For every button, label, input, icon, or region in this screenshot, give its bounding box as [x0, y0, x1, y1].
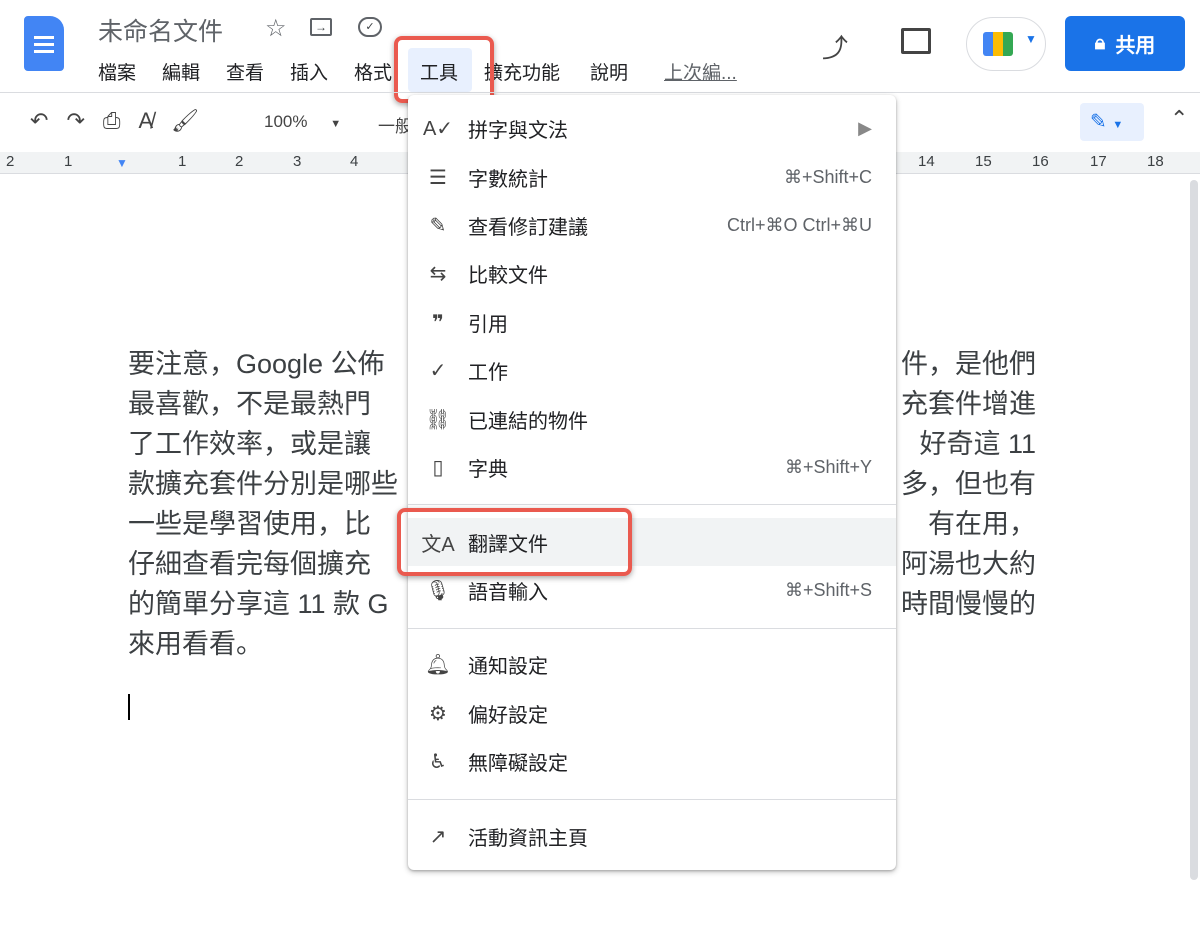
menu-item-preferences[interactable]: ⚙ 偏好設定 — [408, 689, 896, 737]
menu-divider — [408, 628, 896, 629]
menu-help[interactable]: 說明 — [590, 58, 628, 85]
divider — [0, 92, 1200, 93]
menu-extensions[interactable]: 擴充功能 — [484, 58, 560, 85]
collapse-toolbar-icon[interactable]: ⌃ — [1170, 106, 1188, 132]
task-check-icon: ✓ — [429, 359, 447, 382]
star-icon[interactable]: ☆ — [265, 14, 287, 43]
meet-icon — [983, 32, 1013, 56]
word-count-icon: ☰ — [429, 166, 447, 189]
bell-icon: 🔔︎ — [425, 653, 451, 676]
menu-insert[interactable]: 插入 — [290, 58, 328, 85]
undo-icon[interactable]: ↶ — [30, 108, 48, 134]
indent-marker[interactable]: ▼ — [116, 156, 128, 170]
compare-icon: ⇆ — [429, 262, 447, 285]
menu-divider — [408, 799, 896, 800]
menu-item-accessibility[interactable]: ♿︎ 無障礙設定 — [408, 737, 896, 785]
zoom-select[interactable]: 100% ▼ — [264, 112, 341, 132]
menu-divider — [408, 504, 896, 505]
activity-icon: ↗ — [429, 825, 447, 848]
spellcheck-icon: A✓ — [422, 117, 454, 140]
menu-item-compare[interactable]: ⇆ 比較文件 — [408, 249, 896, 297]
document-title[interactable]: 未命名文件 — [98, 12, 223, 48]
menu-item-citations[interactable]: ❞ 引用 — [408, 298, 896, 346]
menu-item-tasks[interactable]: ✓ 工作 — [408, 346, 896, 394]
spellcheck-icon[interactable]: A̸ — [138, 108, 153, 134]
style-select[interactable]: 一般 — [378, 112, 412, 137]
docs-logo[interactable] — [24, 16, 64, 71]
quote-icon: ❞ — [432, 311, 444, 334]
dictionary-icon: ▯ — [432, 456, 444, 479]
menu-item-spelling[interactable]: A✓ 拼字與文法 ▶ — [408, 104, 896, 152]
editing-mode-button[interactable]: ✎ ▼ — [1080, 103, 1144, 141]
menu-view[interactable]: 查看 — [226, 58, 264, 85]
menu-item-dictionary[interactable]: ▯ 字典 ⌘+Shift+Y — [408, 443, 896, 491]
scrollbar[interactable] — [1190, 180, 1198, 880]
review-edits-icon: ✎ — [429, 214, 447, 237]
microphone-icon: 🎙︎ — [425, 579, 451, 602]
preferences-icon: ⚙ — [429, 702, 447, 725]
redo-icon[interactable]: ↷ — [66, 108, 84, 134]
menu-item-activity-dashboard[interactable]: ↗ 活動資訊主頁 — [408, 812, 896, 860]
activity-trend-icon[interactable]: ⤴ — [822, 28, 848, 65]
meet-button[interactable]: ▼ — [966, 17, 1046, 71]
cloud-saved-icon[interactable]: ✓ — [358, 17, 382, 37]
accessibility-icon: ♿︎ — [429, 750, 447, 773]
menu-format[interactable]: 格式 — [354, 58, 392, 85]
move-folder-icon[interactable]: → — [310, 18, 332, 36]
text-cursor — [128, 694, 130, 720]
last-edit-link[interactable]: 上次編... — [664, 58, 737, 85]
menu-edit[interactable]: 編輯 — [162, 58, 200, 85]
menu-item-linked-objects[interactable]: ⛓ 已連結的物件 — [408, 395, 896, 443]
menu-item-review-edits[interactable]: ✎ 查看修訂建議 Ctrl+⌘O Ctrl+⌘U — [408, 201, 896, 249]
paint-format-icon[interactable]: 🖌︎ — [171, 108, 199, 134]
menu-file[interactable]: 檔案 — [98, 58, 136, 85]
tools-dropdown-menu: A✓ 拼字與文法 ▶ ☰ 字數統計 ⌘+Shift+C ✎ 查看修訂建議 Ctrl+⌘O C… — [408, 95, 896, 870]
menu-item-word-count[interactable]: ☰ 字數統計 ⌘+Shift+C — [408, 153, 896, 201]
lock-icon: 🔒︎ — [1094, 32, 1106, 54]
linked-objects-icon: ⛓ — [425, 408, 451, 431]
chevron-down-icon: ▼ — [1025, 32, 1037, 46]
share-button[interactable]: 🔒︎ 共用 — [1065, 16, 1185, 71]
translate-highlight-box — [397, 508, 632, 576]
print-icon[interactable]: ⎙ — [103, 108, 121, 134]
menu-item-notifications[interactable]: 🔔︎ 通知設定 — [408, 640, 896, 688]
comments-icon[interactable] — [901, 28, 931, 54]
